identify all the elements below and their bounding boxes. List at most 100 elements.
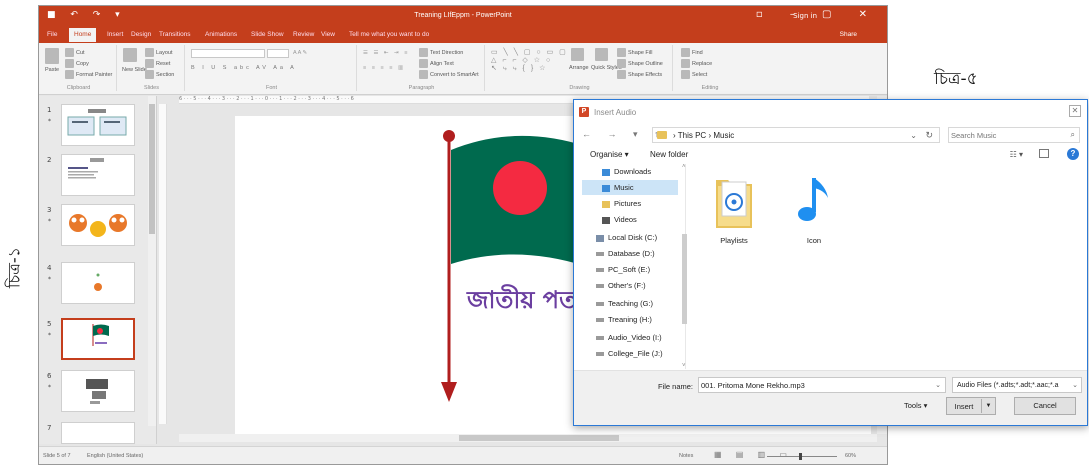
- help-icon[interactable]: ?: [1067, 148, 1079, 160]
- tab-view[interactable]: View: [321, 31, 335, 38]
- arrange-button[interactable]: [571, 48, 586, 61]
- thumbnail-scrollbar-thumb[interactable]: [149, 104, 155, 234]
- nav-item-drive-j[interactable]: College_File (J:): [596, 346, 663, 361]
- thumbnail-row[interactable]: 6 *: [39, 370, 149, 416]
- preview-pane-icon[interactable]: [1039, 149, 1049, 158]
- slide-thumbnail-1[interactable]: [61, 104, 135, 146]
- nav-pane-scrollbar[interactable]: ˄ ˅: [681, 164, 688, 369]
- nav-item-drive-h[interactable]: Treaning (H:): [596, 312, 652, 327]
- file-type-select[interactable]: Audio Files (*.adts;*.adt;*.aac;*.a ⌄: [952, 377, 1082, 393]
- insert-button[interactable]: Insert ▼: [946, 397, 996, 415]
- nav-item-local-disk[interactable]: Local Disk (C:): [596, 230, 657, 245]
- chevron-down-icon[interactable]: ⌄: [935, 381, 941, 389]
- address-bar[interactable]: › This PC › Music ⌄ ↻: [652, 127, 940, 143]
- organise-button[interactable]: Organise ▾: [590, 150, 629, 159]
- cancel-button[interactable]: Cancel: [1014, 397, 1076, 415]
- nav-item-pictures[interactable]: Pictures: [602, 196, 641, 211]
- tab-transitions[interactable]: Transitions: [159, 31, 191, 38]
- tab-file[interactable]: File: [47, 31, 57, 38]
- nav-item-drive-d[interactable]: Database (D:): [596, 246, 655, 261]
- slide-thumbnail-4[interactable]: [61, 262, 135, 304]
- font-size-box[interactable]: [267, 49, 289, 58]
- file-item-playlists[interactable]: Playlists: [704, 172, 764, 252]
- search-box[interactable]: ⌕: [948, 127, 1080, 143]
- slide-thumbnail-2[interactable]: [61, 154, 135, 196]
- nav-item-drive-g[interactable]: Teaching (G:): [596, 296, 653, 311]
- align-buttons[interactable]: ≡ ≡ ≡ ≡ ▥: [363, 65, 405, 71]
- new-slide-button[interactable]: [123, 48, 139, 62]
- notes-button[interactable]: Notes: [679, 453, 693, 459]
- tab-design[interactable]: Design: [131, 31, 151, 38]
- tell-me-search[interactable]: Tell me what you want to do: [349, 31, 429, 38]
- file-name-box[interactable]: ⌄: [698, 377, 946, 393]
- quick-styles-button[interactable]: [595, 48, 610, 61]
- horizontal-scrollbar[interactable]: [179, 434, 877, 442]
- slide-thumbnail-5[interactable]: [61, 318, 135, 360]
- window-controls[interactable]: ▫ – ▢ ✕: [756, 9, 879, 20]
- text-direction-button[interactable]: Text Direction: [419, 48, 463, 57]
- find-button[interactable]: Find: [681, 48, 703, 57]
- layout-button[interactable]: Layout: [145, 48, 173, 57]
- refresh-icon[interactable]: ↻: [925, 130, 933, 141]
- tools-menu[interactable]: Tools ▾: [904, 401, 927, 410]
- share-button[interactable]: Share: [840, 31, 857, 38]
- nav-scrollbar-thumb[interactable]: [682, 234, 687, 324]
- paste-button[interactable]: [45, 48, 61, 64]
- thumbnail-row[interactable]: 5 *: [39, 318, 149, 364]
- nav-item-drive-i[interactable]: Audio_Video (I:): [596, 330, 662, 345]
- nav-item-downloads[interactable]: Downloads: [602, 164, 651, 179]
- new-folder-button[interactable]: New folder: [650, 150, 688, 159]
- view-options-icon[interactable]: ☷ ▾: [1010, 150, 1023, 159]
- shape-outline-button[interactable]: Shape Outline: [617, 59, 663, 68]
- scroll-down-icon[interactable]: ˅: [682, 363, 686, 369]
- tab-animations[interactable]: Animations: [205, 31, 237, 38]
- format-painter-button[interactable]: Format Painter: [65, 70, 112, 79]
- reset-button[interactable]: Reset: [145, 59, 170, 68]
- shape-effects-button[interactable]: Shape Effects: [617, 70, 662, 79]
- horizontal-scrollbar-thumb[interactable]: [459, 435, 619, 441]
- section-button[interactable]: Section: [145, 70, 174, 79]
- scroll-up-icon[interactable]: ˄: [682, 164, 686, 170]
- nav-item-music[interactable]: Music: [582, 180, 678, 195]
- address-dropdown-icon[interactable]: ⌄: [910, 131, 917, 140]
- tab-slide-show[interactable]: Slide Show: [251, 31, 284, 38]
- tab-insert[interactable]: Insert: [107, 31, 123, 38]
- font-name-box[interactable]: [191, 49, 265, 58]
- search-input[interactable]: [951, 129, 1061, 141]
- slide-thumbnail-3[interactable]: [61, 204, 135, 246]
- thumbnail-row[interactable]: 2: [39, 154, 149, 200]
- list-buttons[interactable]: ☰ ☰ ⇤ ⇥ ≡: [363, 50, 409, 56]
- align-text-button[interactable]: Align Text: [419, 59, 454, 68]
- nav-item-drive-f[interactable]: Other's (F:): [596, 278, 646, 293]
- tab-home[interactable]: Home: [69, 28, 97, 42]
- nav-item-videos[interactable]: Videos: [602, 212, 637, 227]
- thumbnail-scrollbar[interactable]: [148, 96, 156, 426]
- thumbnail-row[interactable]: 1 *: [39, 104, 149, 150]
- slide-thumbnail-6[interactable]: [61, 370, 135, 412]
- copy-button[interactable]: Copy: [65, 59, 89, 68]
- search-icon[interactable]: ⌕: [1071, 130, 1075, 140]
- breadcrumb-this-pc[interactable]: This PC: [678, 131, 706, 140]
- zoom-slider-knob[interactable]: [799, 453, 802, 460]
- slide-title-text[interactable]: জাতীয় পত: [467, 282, 577, 322]
- file-item-icon[interactable]: Icon: [784, 172, 844, 252]
- insert-dropdown-icon[interactable]: ▼: [981, 399, 995, 413]
- convert-smartart-button[interactable]: Convert to SmartArt: [419, 70, 479, 79]
- zoom-level[interactable]: 60%: [845, 453, 856, 459]
- shapes-gallery[interactable]: ▭ ╲ ╲ ▢ ○ ▭ ▢ △ ⌐ ⌐ ◇ ☆ ○ ↖ ⤷ ⤷ { } ☆: [491, 48, 568, 73]
- thumbnail-row[interactable]: 3 *: [39, 204, 149, 250]
- tab-review[interactable]: Review: [293, 31, 314, 38]
- cut-button[interactable]: Cut: [65, 48, 85, 57]
- zoom-slider[interactable]: [767, 456, 837, 457]
- view-buttons[interactable]: ▦ ▤ ▥ ▭: [714, 450, 793, 459]
- language-indicator[interactable]: English (United States): [87, 453, 143, 459]
- breadcrumb-music[interactable]: Music: [713, 131, 734, 140]
- shape-fill-button[interactable]: Shape Fill: [617, 48, 652, 57]
- slide-thumbnail-7[interactable]: [61, 422, 135, 444]
- replace-button[interactable]: Replace: [681, 59, 712, 68]
- close-icon[interactable]: ✕: [1069, 105, 1081, 117]
- font-format-buttons[interactable]: B I U S abc AV Aa A: [191, 65, 297, 71]
- font-grow-shrink[interactable]: A A ✎: [293, 50, 307, 56]
- file-name-input[interactable]: [701, 379, 929, 391]
- select-button[interactable]: Select: [681, 70, 707, 79]
